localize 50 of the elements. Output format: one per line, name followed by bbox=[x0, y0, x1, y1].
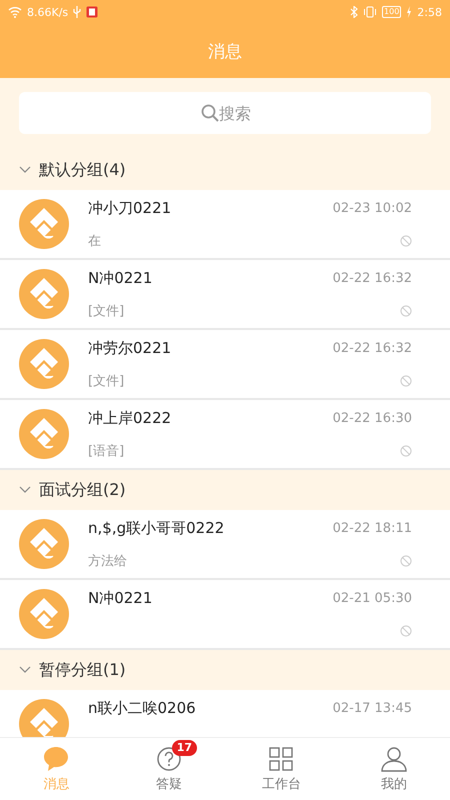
message-preview: 在 bbox=[88, 232, 101, 250]
page-title: 消息 bbox=[208, 40, 242, 62]
contact-name: n,$,g联小哥哥0222 bbox=[88, 518, 224, 538]
charging-icon bbox=[406, 6, 412, 18]
message-preview: [语音] bbox=[88, 442, 124, 460]
message-preview: 方法给 bbox=[88, 552, 127, 570]
avatar-logo-icon bbox=[19, 589, 69, 639]
avatar-logo-icon bbox=[19, 269, 69, 319]
contact-name: N冲0221 bbox=[88, 588, 152, 608]
clock: 2:58 bbox=[417, 6, 442, 18]
message-time: 02-22 16:32 bbox=[332, 340, 412, 356]
bluetooth-icon bbox=[350, 6, 358, 18]
group-header[interactable]: 默认分组(4) bbox=[0, 150, 450, 190]
avatar-logo-icon bbox=[19, 409, 69, 459]
message-time: 02-22 18:11 bbox=[332, 520, 412, 536]
nav-tab[interactable]: 工作台 bbox=[225, 738, 338, 800]
network-speed: 8.66K/s bbox=[27, 6, 68, 18]
message-time: 02-22 16:32 bbox=[332, 270, 412, 286]
group-header[interactable]: 面试分组(2) bbox=[0, 470, 450, 510]
unread-count: 17 bbox=[172, 740, 198, 756]
avatar-logo-icon bbox=[19, 339, 69, 389]
avatar-logo-icon bbox=[19, 199, 69, 249]
group-header[interactable]: 暂停分组(1) bbox=[0, 650, 450, 690]
search-icon bbox=[201, 104, 219, 122]
vibrate-icon bbox=[363, 6, 378, 18]
contact-name: N冲0221 bbox=[88, 268, 152, 288]
chevron-icon bbox=[19, 166, 31, 174]
nav-tab[interactable]: 我的 bbox=[338, 738, 450, 800]
usb-icon bbox=[73, 6, 82, 18]
wifi-icon bbox=[8, 6, 22, 18]
notification-icon bbox=[86, 6, 98, 18]
message-preview: [文件] bbox=[88, 302, 124, 320]
contact-name: 冲上岸0222 bbox=[88, 408, 172, 428]
message-time: 02-22 16:30 bbox=[332, 410, 412, 426]
grid-icon bbox=[268, 746, 294, 772]
contact-name: n联小二唉0206 bbox=[88, 698, 196, 718]
message-time: 02-21 05:30 bbox=[332, 590, 412, 606]
nav-tab[interactable]: 17 答疑 bbox=[112, 738, 225, 800]
battery-icon: 100 bbox=[382, 6, 402, 18]
message-time: 02-23 10:02 bbox=[332, 200, 412, 216]
chevron-icon bbox=[19, 666, 31, 674]
message-preview: [文件] bbox=[88, 372, 124, 390]
person-icon bbox=[380, 746, 407, 772]
contact-name: 冲劳尔0221 bbox=[88, 338, 172, 358]
chevron-icon bbox=[19, 486, 31, 494]
contact-name: 冲小刀0221 bbox=[88, 198, 172, 218]
message-time: 02-17 13:45 bbox=[332, 700, 412, 716]
avatar-logo-icon bbox=[19, 519, 69, 569]
search-field[interactable]: 搜索 bbox=[19, 92, 431, 134]
chat-bubble-icon bbox=[43, 746, 70, 772]
